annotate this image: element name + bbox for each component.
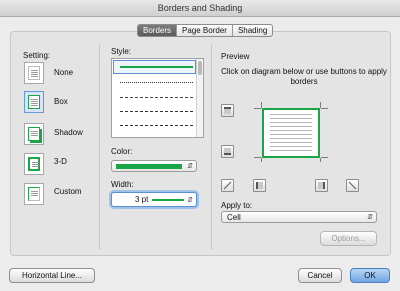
style-option-dash-dot[interactable] [120, 125, 193, 126]
tab-bar: Borders Page Border Shading [137, 24, 274, 37]
window-title: Borders and Shading [157, 3, 243, 13]
apply-to-value: Cell [227, 213, 241, 222]
preview-page [262, 108, 320, 158]
setting-custom-label: Custom [54, 187, 82, 196]
style-label: Style: [111, 47, 132, 56]
preview-instructions: Click on diagram below or use buttons to… [221, 67, 387, 86]
preview-diagram[interactable] [254, 102, 328, 162]
setting-none-icon[interactable] [24, 62, 44, 84]
tab-page-border[interactable]: Page Border [177, 25, 233, 36]
tab-borders[interactable]: Borders [138, 25, 178, 36]
tab-shading[interactable]: Shading [233, 25, 272, 36]
top-border-button[interactable] [221, 104, 234, 117]
chevron-updown-icon: ⇵ [187, 197, 193, 204]
apply-to-label: Apply to: [221, 201, 253, 210]
window-titlebar: Borders and Shading [0, 0, 400, 17]
style-scrollbar[interactable] [196, 59, 203, 137]
setting-shadow-label: Shadow [54, 128, 83, 137]
options-button[interactable]: Options... [320, 231, 377, 246]
color-dropdown[interactable]: ⇵ [111, 160, 197, 172]
width-label: Width: [111, 180, 134, 189]
setting-none-label: None [54, 68, 74, 77]
style-option-dotted[interactable] [120, 82, 193, 83]
scroll-thumb[interactable] [198, 61, 202, 75]
chevron-updown-icon: ⇵ [187, 163, 193, 170]
cancel-button[interactable]: Cancel [298, 268, 342, 283]
style-list[interactable] [111, 58, 204, 138]
horizontal-line-button[interactable]: Horizontal Line... [9, 268, 95, 283]
preview-label: Preview [221, 52, 250, 61]
setting-shadow-icon[interactable] [24, 123, 44, 145]
setting-3d-icon[interactable] [24, 153, 44, 175]
width-dropdown[interactable]: 3 pt ⇵ [111, 192, 197, 207]
style-option-solid[interactable] [120, 66, 193, 68]
color-swatch [116, 164, 182, 169]
setting-label: Setting: [23, 51, 51, 60]
setting-custom-icon[interactable] [24, 183, 44, 205]
diagonal-up-button[interactable] [346, 179, 359, 192]
setting-box-label: Box [54, 97, 68, 106]
divider [99, 44, 100, 250]
color-label: Color: [111, 147, 133, 156]
diagonal-down-icon [348, 181, 357, 190]
apply-to-dropdown[interactable]: Cell ⇵ [221, 211, 377, 223]
chevron-updown-icon: ⇵ [367, 214, 373, 221]
setting-box-icon[interactable] [24, 91, 44, 113]
setting-3d-label: 3-D [54, 157, 67, 166]
ok-button[interactable]: OK [350, 268, 390, 283]
divider [211, 44, 212, 250]
right-border-button[interactable] [315, 179, 328, 192]
style-option-dashed[interactable] [120, 111, 193, 112]
style-option-dashed-fine[interactable] [120, 97, 193, 98]
diagonal-down-button[interactable] [221, 179, 234, 192]
width-sample-line [152, 199, 184, 201]
bottom-border-button[interactable] [221, 145, 234, 158]
left-border-button[interactable] [253, 179, 266, 192]
diagonal-up-icon [223, 181, 232, 190]
width-value: 3 pt [135, 195, 149, 204]
